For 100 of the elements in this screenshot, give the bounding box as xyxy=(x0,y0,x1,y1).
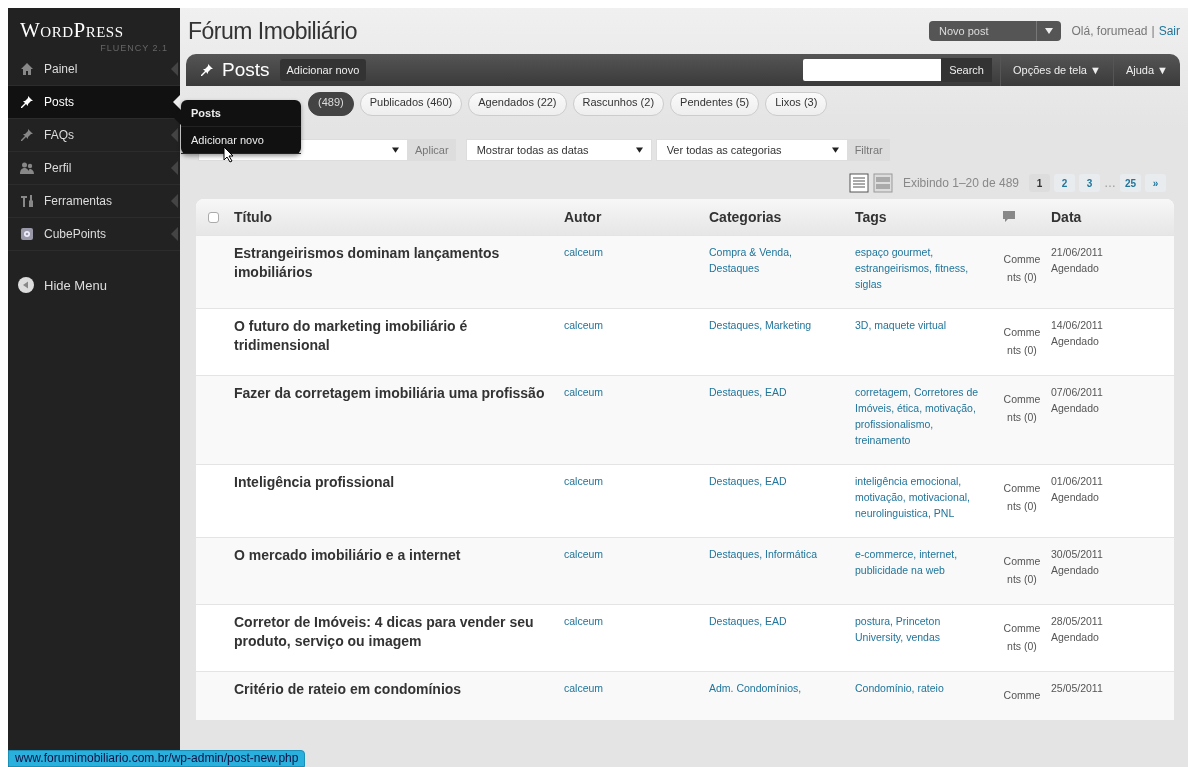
post-status: Agendado xyxy=(1051,334,1100,349)
post-title-link[interactable]: Fazer da corretagem imobiliária uma profissão xyxy=(234,384,564,448)
pushpin-icon xyxy=(200,63,214,77)
filter-tab[interactable]: Lixos (3) xyxy=(765,92,828,116)
post-title-link[interactable]: Estrangeirismos dominam lançamentos imobiliários xyxy=(234,244,564,292)
post-date: 07/06/2011 xyxy=(1051,385,1104,400)
post-date: 30/05/2011 xyxy=(1051,547,1104,562)
add-new-button[interactable]: Adicionar novo xyxy=(279,59,367,81)
categories-dropdown[interactable]: Ver todas as categorias xyxy=(655,139,848,161)
search-button[interactable]: Search xyxy=(941,58,992,82)
site-title: Fórum Imobiliário xyxy=(188,17,359,45)
tags-text[interactable]: Condomínio, rateio xyxy=(855,680,985,696)
comment-icon xyxy=(1003,211,1015,222)
categories-text[interactable]: Destaques, EAD xyxy=(709,384,833,400)
pushpin-icon xyxy=(20,95,34,109)
comments-link[interactable]: Comments (0) xyxy=(1003,479,1041,515)
greeting-text: Olá, forumead xyxy=(1071,24,1148,38)
comments-link[interactable]: Comments (0) xyxy=(1003,552,1041,588)
categories-text[interactable]: Compra & Venda, Destaques xyxy=(709,244,833,276)
tags-text[interactable]: e-commerce, internet, publicidade na web xyxy=(855,546,985,578)
comments-link[interactable]: Comments (0) xyxy=(1003,390,1041,426)
comments-link[interactable]: Comments (0) xyxy=(1003,250,1041,286)
author-link[interactable]: calceum xyxy=(564,317,701,333)
filter-tab[interactable]: Rascunhos (2) xyxy=(572,92,665,116)
page-title: Posts xyxy=(222,59,270,81)
collapse-icon xyxy=(18,277,34,293)
pushpin-icon xyxy=(20,128,34,142)
post-status: Agendado xyxy=(1051,261,1100,276)
tags-text[interactable]: inteligência emocional, motivação, motivacional, neurolinguistica, PNL xyxy=(855,473,985,521)
caret-icon xyxy=(831,147,839,153)
house-icon xyxy=(20,62,34,76)
categories-text[interactable]: Destaques, EAD xyxy=(709,613,833,629)
author-link[interactable]: calceum xyxy=(564,613,701,629)
help-button[interactable]: Ajuda ▼ xyxy=(1112,54,1180,86)
filter-tab[interactable]: Agendados (22) xyxy=(468,92,567,116)
caret-icon xyxy=(1045,28,1054,34)
mouse-pointer-icon xyxy=(223,146,235,163)
tags-text[interactable]: 3D, maquete virtual xyxy=(855,317,985,333)
page-link[interactable]: 2 xyxy=(1054,174,1075,192)
author-link[interactable]: calceum xyxy=(564,384,701,400)
post-title-link[interactable]: Corretor de Imóveis: 4 dicas para vender seu produto, serviço ou imagem xyxy=(234,613,564,655)
categories-text[interactable]: Adm. Condomínios, xyxy=(709,680,833,696)
post-status: Agendado xyxy=(1051,630,1100,645)
comments-link[interactable]: Comments (0) xyxy=(1003,619,1041,655)
sidebar-item[interactable]: Posts xyxy=(8,86,180,119)
page-link[interactable]: » xyxy=(1145,174,1166,192)
post-date: 25/05/2011 xyxy=(1051,681,1104,696)
ellipsis-text: … xyxy=(1104,175,1116,192)
screen-options-button[interactable]: Opções de tela ▼ xyxy=(1000,54,1113,86)
excerpt-view-icon[interactable] xyxy=(872,173,893,193)
page-link[interactable]: 1 xyxy=(1029,174,1050,192)
page-link[interactable]: 25 xyxy=(1120,174,1141,192)
tools-icon xyxy=(20,194,34,208)
people-icon xyxy=(20,161,34,175)
post-date: 28/05/2011 xyxy=(1051,614,1104,629)
status-bar-url: www.forumimobiliario.com.br/wp-admin/post-new.php xyxy=(8,750,306,767)
column-header[interactable]: Autor xyxy=(564,209,709,225)
column-header[interactable]: Categorias xyxy=(709,209,855,225)
tags-text[interactable]: postura, Princeton University, vendas xyxy=(855,613,985,645)
post-date: 21/06/2011 xyxy=(1051,245,1104,260)
author-link[interactable]: calceum xyxy=(564,680,701,696)
hide-menu-button[interactable]: Hide Menu xyxy=(18,277,180,293)
tags-text[interactable]: espaço gourmet, estrangeirismos, fitness, siglas xyxy=(855,244,985,292)
page-link[interactable]: 3 xyxy=(1079,174,1100,192)
filter-tab[interactable]: Pendentes (5) xyxy=(670,92,760,116)
post-title-link[interactable]: O futuro do marketing imobiliário é tridimensional xyxy=(234,317,564,359)
post-date: 14/06/2011 xyxy=(1051,318,1104,333)
caret-icon xyxy=(635,147,643,153)
logout-link[interactable]: Sair xyxy=(1158,24,1180,38)
list-view-icon[interactable] xyxy=(848,173,869,193)
post-status: Agendado xyxy=(1051,490,1100,505)
post-title-link[interactable]: Critério de rateio em condomínios xyxy=(234,680,564,704)
categories-text[interactable]: Destaques, EAD xyxy=(709,473,833,489)
gear-icon xyxy=(20,227,34,241)
post-status: Agendado xyxy=(1051,401,1100,416)
post-date: 01/06/2011 xyxy=(1051,474,1104,489)
column-header[interactable]: Tags xyxy=(855,209,993,225)
comments-link[interactable]: Comments (0) xyxy=(1003,323,1041,359)
post-status: Agendado xyxy=(1051,563,1100,578)
dates-dropdown[interactable]: Mostrar todas as datas xyxy=(465,139,652,161)
post-title-link[interactable]: Inteligência profissional xyxy=(234,473,564,521)
tags-text[interactable]: corretagem, Corretores de Imóveis, ética, motivação, profissionalismo, treinamento xyxy=(855,384,985,448)
author-link[interactable]: calceum xyxy=(564,244,701,260)
column-header[interactable]: Título xyxy=(234,209,564,225)
new-post-dropdown[interactable]: Novo post xyxy=(928,21,1062,41)
submenu-item[interactable]: Posts xyxy=(181,100,301,127)
categories-text[interactable]: Destaques, Marketing xyxy=(709,317,833,333)
caret-icon xyxy=(392,147,399,153)
column-header[interactable]: Data xyxy=(1051,209,1174,225)
select-all-checkbox[interactable] xyxy=(208,211,219,223)
filter-tab[interactable]: (489) xyxy=(308,92,354,116)
version-label: FLUENCY 2.1 xyxy=(99,43,169,53)
comments-link[interactable]: Comme xyxy=(1003,686,1041,704)
pagination-info: Exibindo 1–20 de 489 xyxy=(902,176,1019,190)
filter-tab[interactable]: Publicados (460) xyxy=(359,92,463,116)
post-title-link[interactable]: O mercado imobiliário e a internet xyxy=(234,546,564,588)
categories-text[interactable]: Destaques, Informática xyxy=(709,546,833,562)
search-field[interactable] xyxy=(803,59,942,81)
author-link[interactable]: calceum xyxy=(564,473,701,489)
author-link[interactable]: calceum xyxy=(564,546,701,562)
